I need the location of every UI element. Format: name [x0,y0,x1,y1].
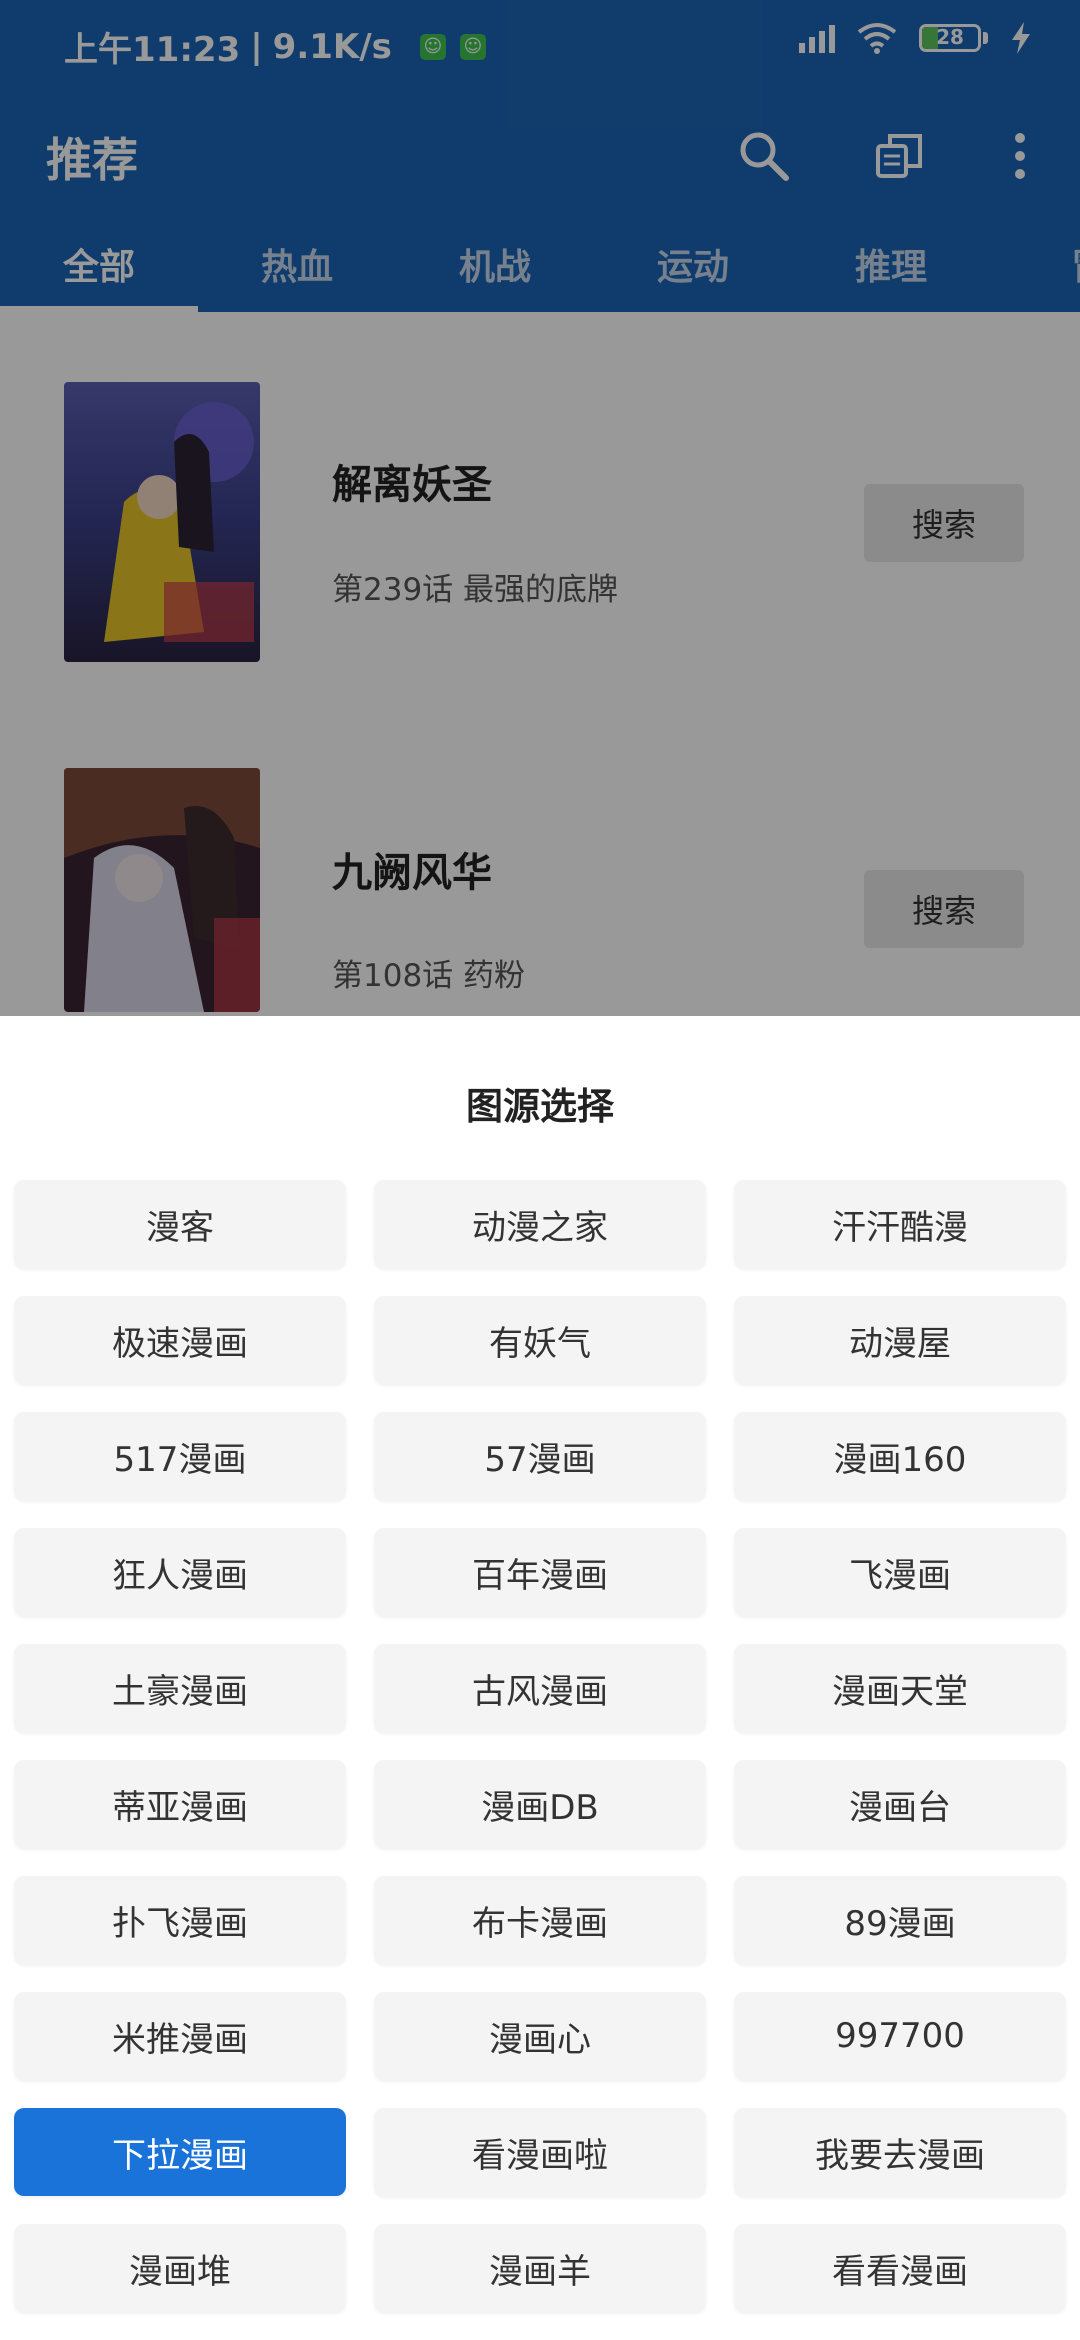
source-option[interactable]: 89漫画 [734,1876,1066,1964]
source-option[interactable]: 布卡漫画 [374,1876,706,1964]
source-option[interactable]: 漫画天堂 [734,1644,1066,1732]
source-option[interactable]: 土豪漫画 [14,1644,346,1732]
source-option[interactable]: 狂人漫画 [14,1528,346,1616]
source-option[interactable]: 漫画羊 [374,2224,706,2312]
source-grid: 漫客 动漫之家 汗汗酷漫极速漫画 有妖气 动漫屋 517漫画 57漫画 漫画160 狂人漫画 百年… [14,1180,1068,2312]
source-option[interactable]: 漫画160 [734,1412,1066,1500]
source-option[interactable]: 扑飞漫画 [14,1876,346,1964]
source-option[interactable]: 极速漫画 [14,1296,346,1384]
source-option[interactable]: 飞漫画 [734,1528,1066,1616]
source-option[interactable]: 漫客 [14,1180,346,1268]
modal-scrim[interactable] [0,0,1080,1016]
source-picker-sheet: 图源选择 漫客 动漫之家 汗汗酷漫极速漫画 有妖气 动漫屋 517漫画 57漫画 漫画160 狂… [0,1016,1080,2340]
source-option[interactable]: 动漫之家 [374,1180,706,1268]
source-option[interactable]: 漫画心 [374,1992,706,2080]
source-option[interactable]: 米推漫画 [14,1992,346,2080]
source-option[interactable]: 我要去漫画 [734,2108,1066,2196]
source-option[interactable]: 漫画台 [734,1760,1066,1848]
source-option[interactable]: 动漫屋 [734,1296,1066,1384]
source-option[interactable]: 漫画堆 [14,2224,346,2312]
source-option[interactable]: 漫画DB [374,1760,706,1848]
source-option[interactable]: 汗汗酷漫 [734,1180,1066,1268]
source-option[interactable]: 997700 [734,1992,1066,2080]
source-option[interactable]: 百年漫画 [374,1528,706,1616]
source-option[interactable]: 517漫画 [14,1412,346,1500]
sheet-title: 图源选择 [466,1085,614,1128]
source-option[interactable]: 下拉漫画 [14,2108,346,2196]
source-option[interactable]: 看漫画啦 [374,2108,706,2196]
source-option[interactable]: 57漫画 [374,1412,706,1500]
source-option[interactable]: 古风漫画 [374,1644,706,1732]
source-option[interactable]: 有妖气 [374,1296,706,1384]
source-option[interactable]: 蒂亚漫画 [14,1760,346,1848]
source-option[interactable]: 看看漫画 [734,2224,1066,2312]
